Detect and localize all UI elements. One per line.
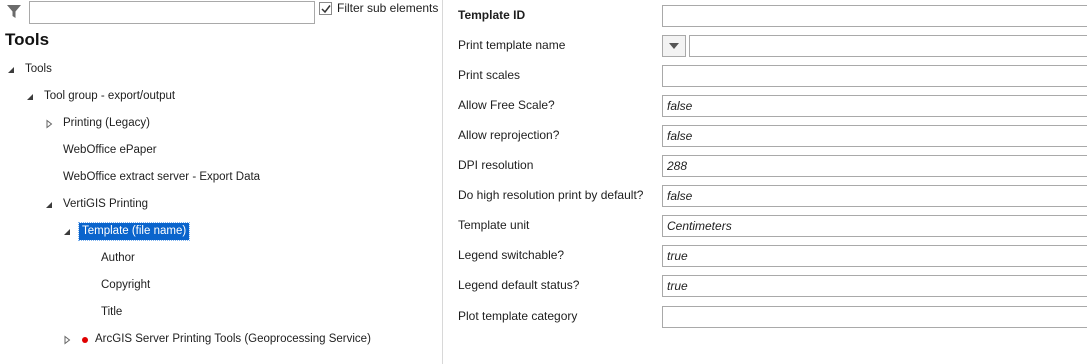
filter-icon[interactable]: [6, 4, 22, 20]
filter-input[interactable]: [29, 1, 315, 24]
tree-node-label: Printing (Legacy): [63, 117, 150, 129]
legend-switchable-label: Legend switchable?: [458, 248, 565, 262]
dpi-resolution-field[interactable]: 288: [662, 155, 1087, 177]
tree-node-printing-legacy[interactable]: Printing (Legacy): [0, 115, 440, 133]
expanded-triangle-icon[interactable]: [62, 227, 72, 237]
high-resolution-print-label: Do high resolution print by default?: [458, 188, 644, 202]
tree-node-template-file-name[interactable]: Template (file name): [0, 222, 440, 241]
tree-node-label: Template (file name): [77, 222, 191, 241]
chevron-down-icon: [669, 43, 679, 49]
tree-node-label: Tool group - export/output: [44, 90, 176, 102]
tree-node-arcgis-server-printing-tools[interactable]: ArcGIS Server Printing Tools (Geoprocess…: [0, 331, 440, 349]
collapsed-triangle-icon[interactable]: [62, 335, 72, 345]
checkmark-icon: [321, 5, 331, 14]
expanded-triangle-icon[interactable]: [6, 65, 16, 75]
tree-node-label: Copyright: [101, 279, 151, 291]
print-template-name-dropdown-button[interactable]: [662, 35, 686, 57]
allow-free-scale-label: Allow Free Scale?: [458, 98, 555, 112]
tree-node-vertigis-printing[interactable]: VertiGIS Printing: [0, 196, 440, 214]
print-scales-field[interactable]: [662, 65, 1087, 87]
property-grid-panel: Template ID Print template name Print sc…: [444, 0, 1087, 364]
tree-node-label: VertiGIS Printing: [63, 198, 149, 210]
print-template-name-field[interactable]: [689, 35, 1087, 57]
template-id-field[interactable]: [662, 5, 1087, 27]
print-scales-label: Print scales: [458, 68, 521, 82]
filter-sub-elements-checkbox[interactable]: [319, 2, 332, 15]
legend-default-status-label: Legend default status?: [458, 278, 580, 292]
print-template-name-label: Print template name: [458, 38, 566, 52]
high-resolution-print-field[interactable]: false: [662, 185, 1087, 207]
plot-template-category-field[interactable]: [662, 306, 1087, 328]
allow-free-scale-field[interactable]: false: [662, 95, 1087, 117]
template-unit-field[interactable]: Centimeters: [662, 215, 1087, 237]
tree-node-copyright[interactable]: Copyright: [0, 277, 440, 295]
legend-switchable-field[interactable]: true: [662, 245, 1087, 267]
tree-node-label: Title: [101, 306, 123, 318]
tree-node-title[interactable]: Title: [0, 304, 440, 322]
allow-reprojection-label: Allow reprojection?: [458, 128, 560, 142]
dpi-resolution-label: DPI resolution: [458, 158, 534, 172]
tree-node-label: Author: [101, 252, 135, 264]
tree-node-tools[interactable]: Tools: [0, 61, 440, 79]
allow-reprojection-field[interactable]: false: [662, 125, 1087, 147]
tools-tree-panel: Filter sub elements Tools Tools Tool gro…: [0, 0, 443, 364]
tree-node-label: WebOffice extract server - Export Data: [63, 171, 261, 183]
plot-template-category-label: Plot template category: [458, 309, 578, 323]
error-status-dot-icon: [82, 337, 88, 343]
legend-default-status-field[interactable]: true: [662, 275, 1087, 297]
tree-node-weboffice-extract-server[interactable]: WebOffice extract server - Export Data: [0, 169, 440, 187]
tree-node-author[interactable]: Author: [0, 250, 440, 268]
tree-node-label: Tools: [25, 63, 52, 75]
template-id-label: Template ID: [458, 8, 526, 22]
tree-node-tool-group-export-output[interactable]: Tool group - export/output: [0, 88, 440, 106]
panel-title: Tools: [5, 30, 50, 49]
template-unit-label: Template unit: [458, 218, 530, 232]
expanded-triangle-icon[interactable]: [25, 92, 35, 102]
collapsed-triangle-icon[interactable]: [44, 119, 54, 129]
tree-node-weboffice-epaper[interactable]: WebOffice ePaper: [0, 142, 440, 160]
tree-node-label: ArcGIS Server Printing Tools (Geoprocess…: [95, 333, 371, 345]
filter-sub-elements-label: Filter sub elements: [337, 1, 439, 15]
expanded-triangle-icon[interactable]: [44, 200, 54, 210]
tree-node-label: WebOffice ePaper: [63, 144, 157, 156]
